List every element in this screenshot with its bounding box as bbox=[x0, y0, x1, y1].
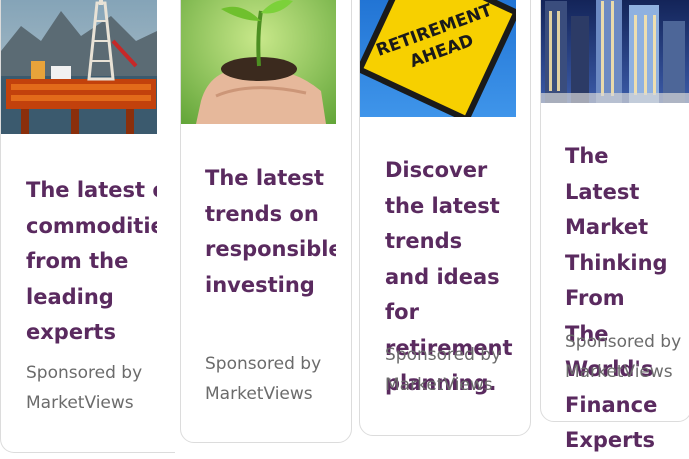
sponsor-text: Sponsored by bbox=[565, 332, 682, 352]
sponsor-name: MarketViews bbox=[26, 393, 134, 413]
headline-line: Latest bbox=[565, 179, 640, 204]
sponsor-label: Sponsored by MarketViews bbox=[205, 349, 321, 409]
card-headline[interactable]: The latest trends on responsible investi… bbox=[205, 161, 336, 303]
headline-line: The bbox=[565, 144, 609, 168]
card-clip: The Latest Market Thinking From The Worl… bbox=[541, 0, 689, 453]
sponsored-card-responsible-investing[interactable]: The latest trends on responsible investi… bbox=[180, 0, 352, 443]
sponsored-card-commodities[interactable]: The latest o commoditie from the leading… bbox=[0, 0, 175, 453]
headline-line: Market bbox=[565, 215, 649, 239]
sponsored-card-finance-experts[interactable]: The Latest Market Thinking From The Worl… bbox=[540, 0, 689, 452]
headline-line: leading bbox=[26, 284, 114, 309]
card-clip: The latest trends on responsible investi… bbox=[181, 0, 336, 442]
seedling-hands-image bbox=[181, 0, 336, 124]
headline-line: commoditie bbox=[26, 213, 157, 238]
headline-line: and ideas bbox=[385, 264, 500, 289]
sponsored-card-retirement[interactable]: RETIREMENT AHEAD Discover the latest tre… bbox=[359, 0, 531, 436]
headline-line: The latest bbox=[205, 166, 325, 190]
headline-line: From bbox=[565, 286, 625, 310]
headline-line: trends bbox=[385, 229, 463, 253]
headline-line: experts bbox=[26, 320, 116, 344]
sponsor-text: Sponsored by bbox=[385, 345, 502, 365]
headline-line: the latest bbox=[385, 193, 500, 218]
retirement-sign-image: RETIREMENT AHEAD bbox=[360, 0, 516, 117]
headline-line: Discover bbox=[385, 158, 488, 182]
sponsor-label: Sponsored by MarketViews bbox=[26, 358, 142, 418]
headline-line: responsible bbox=[205, 237, 336, 261]
card-clip: RETIREMENT AHEAD Discover the latest tre… bbox=[360, 0, 516, 435]
sponsor-name: MarketViews bbox=[565, 362, 673, 382]
sponsor-text: Sponsored by bbox=[205, 354, 322, 374]
card-clip: The latest o commoditie from the leading… bbox=[1, 0, 157, 452]
headline-line: from the bbox=[26, 249, 129, 273]
sponsor-name: MarketViews bbox=[385, 375, 493, 395]
headline-line: trends on bbox=[205, 201, 319, 226]
card-headline[interactable]: The latest o commoditie from the leading… bbox=[26, 173, 157, 351]
headline-line: Finance bbox=[565, 392, 658, 417]
headline-line: The latest o bbox=[26, 178, 157, 202]
card-headline[interactable]: The Latest Market Thinking From The Worl… bbox=[565, 139, 668, 459]
sponsor-text: Sponsored by bbox=[26, 363, 143, 383]
skyscrapers-image bbox=[541, 0, 689, 103]
headline-line: Thinking bbox=[565, 250, 668, 275]
headline-line: Experts bbox=[565, 428, 656, 452]
sponsor-label: Sponsored by MarketViews bbox=[385, 340, 501, 400]
sponsor-label: Sponsored by MarketViews bbox=[565, 327, 681, 387]
headline-line: investing bbox=[205, 272, 315, 297]
oil-rig-image bbox=[1, 0, 157, 134]
headline-line: for bbox=[385, 300, 419, 324]
sponsor-name: MarketViews bbox=[205, 384, 313, 404]
